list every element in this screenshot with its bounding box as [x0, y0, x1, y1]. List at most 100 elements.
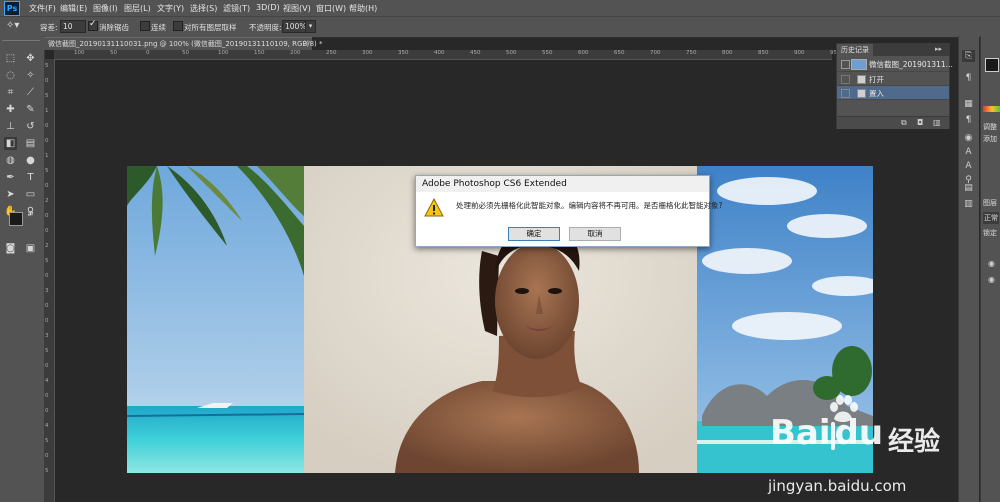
- history-item-checkbox[interactable]: [841, 75, 850, 84]
- healing-tool-icon[interactable]: ✚: [4, 103, 17, 116]
- history-panel-icon[interactable]: ⎘: [962, 50, 975, 62]
- paragraph-icon[interactable]: ¶: [962, 114, 975, 126]
- rasterize-dialog: Adobe Photoshop CS6 Extended 处理前必须先栅格化此智…: [415, 175, 722, 247]
- blur-tool-icon[interactable]: ◍: [4, 154, 17, 167]
- eye-icon[interactable]: ◉: [985, 258, 998, 270]
- crop-tool-icon[interactable]: ⌗: [4, 86, 17, 99]
- menu-file[interactable]: 文件(F): [29, 3, 56, 14]
- ruler-label: 4: [45, 378, 49, 384]
- ruler-label: 550: [542, 50, 553, 56]
- cancel-button[interactable]: 取消: [569, 227, 621, 241]
- menu-select[interactable]: 选择(S): [190, 3, 217, 14]
- channels-icon[interactable]: ▥: [962, 198, 975, 210]
- menu-3d[interactable]: 3D(D): [256, 3, 280, 12]
- menu-window[interactable]: 窗口(W): [316, 3, 346, 14]
- stamp-tool-icon[interactable]: ⊥: [4, 120, 17, 133]
- menu-type[interactable]: 文字(Y): [157, 3, 184, 14]
- marquee-tool-icon[interactable]: ⬚: [4, 52, 17, 65]
- screen-mode-icon[interactable]: ▣: [24, 242, 37, 255]
- all-layers-checkbox[interactable]: [173, 21, 183, 31]
- camera-icon[interactable]: ◘: [917, 118, 923, 127]
- gradient-tool-icon[interactable]: ▤: [24, 137, 37, 150]
- tolerance-input[interactable]: 10: [60, 20, 86, 33]
- quick-mask-icon[interactable]: ◙: [4, 242, 17, 255]
- antialias-label: 消除锯齿: [99, 23, 129, 32]
- eyedropper-tool-icon[interactable]: ⟋: [24, 86, 37, 99]
- history-item-place[interactable]: 置入: [837, 86, 949, 100]
- photoshop-logo: Ps: [4, 1, 20, 16]
- color-ramp[interactable]: [983, 106, 1000, 112]
- type-tool-icon[interactable]: T: [24, 171, 37, 184]
- blend-mode-select[interactable]: 正常: [983, 212, 999, 224]
- properties-icon[interactable]: ¶: [962, 72, 975, 84]
- menu-layer[interactable]: 图层(L): [124, 3, 151, 14]
- brush-tool-icon[interactable]: ✎: [24, 103, 37, 116]
- eye-icon[interactable]: ◉: [985, 274, 998, 286]
- history-item-label: 打开: [869, 75, 884, 84]
- ruler-label: 0: [45, 273, 49, 279]
- ruler-label: 5: [45, 258, 49, 264]
- menu-view[interactable]: 视图(V): [283, 3, 311, 14]
- ruler-label: 50: [182, 50, 189, 56]
- document-tab[interactable]: 微信截图_20190131110031.png @ 100% (微信截图_201…: [44, 37, 322, 50]
- lock-label: 锁定: [983, 229, 997, 237]
- move-tool-icon[interactable]: ✥: [24, 52, 37, 65]
- trash-icon[interactable]: ▥: [933, 118, 941, 127]
- new-document-icon[interactable]: ⧉: [901, 118, 907, 128]
- tolerance-label: 容差:: [40, 23, 58, 32]
- ruler-label: 650: [614, 50, 625, 56]
- ruler-label: 2: [45, 243, 49, 249]
- lasso-tool-icon[interactable]: ◌: [4, 69, 17, 82]
- path-selection-tool-icon[interactable]: ➤: [4, 188, 17, 201]
- foreground-color-swatch[interactable]: [9, 212, 23, 226]
- tools-grip[interactable]: [2, 40, 40, 45]
- shape-tool-icon[interactable]: ▭: [24, 188, 37, 201]
- panel-collapse-icon[interactable]: ▸▸: [935, 45, 942, 53]
- history-snapshot-row[interactable]: 微信截图_201901311...: [837, 57, 953, 72]
- menu-help[interactable]: 帮助(H): [349, 3, 377, 14]
- history-brush-tool-icon[interactable]: ↺: [24, 120, 37, 133]
- ruler-label: 5: [45, 63, 49, 69]
- ruler-label: 350: [398, 50, 409, 56]
- menu-image[interactable]: 图像(I): [93, 3, 118, 14]
- dialog-body: 处理前必须先栅格化此智能对象。编辑内容将不再可用。是否栅格化此智能对象? 确定 …: [416, 192, 722, 246]
- ruler-label: 5: [45, 93, 49, 99]
- history-tab[interactable]: 历史记录: [837, 44, 873, 56]
- color-swatch[interactable]: [985, 58, 999, 72]
- ruler-label: 0: [45, 123, 49, 129]
- ruler-label: 0: [45, 183, 49, 189]
- close-tab-icon[interactable]: ×: [303, 38, 310, 47]
- dodge-tool-icon[interactable]: ●: [24, 154, 37, 167]
- warning-icon: [424, 198, 444, 217]
- ruler-label: 150: [254, 50, 265, 56]
- pen-tool-icon[interactable]: ✒: [4, 171, 17, 184]
- contiguous-checkbox[interactable]: [140, 21, 150, 31]
- eraser-tool-icon[interactable]: ◧: [4, 137, 17, 150]
- snapshot-thumbnail: [851, 59, 867, 70]
- ruler-label: 0: [146, 50, 150, 56]
- menu-filter[interactable]: 滤镜(T): [223, 3, 250, 14]
- ruler-label: 0: [45, 318, 49, 324]
- paragraph-style-icon[interactable]: A: [962, 160, 975, 172]
- swap-colors-icon[interactable]: ⇄: [24, 208, 37, 221]
- ok-button[interactable]: 确定: [508, 227, 560, 241]
- ruler-label: 5: [45, 168, 49, 174]
- magic-wand-tool-icon[interactable]: ✧: [24, 69, 37, 82]
- magic-wand-preset-icon[interactable]: ✧▾: [6, 20, 19, 31]
- ruler-label: 700: [650, 50, 661, 56]
- history-item-checkbox[interactable]: [841, 89, 850, 98]
- character-icon[interactable]: A: [962, 146, 975, 158]
- ruler-label: 3: [45, 288, 49, 294]
- history-item-open[interactable]: 打开: [837, 72, 949, 86]
- ruler-label: 100: [74, 50, 85, 56]
- layers-icon[interactable]: ▤: [962, 182, 975, 194]
- layers-label: 图层: [983, 199, 997, 207]
- ruler-label: 300: [362, 50, 373, 56]
- antialias-checkbox[interactable]: [88, 19, 98, 31]
- opacity-dropdown-icon[interactable]: ▾: [305, 20, 316, 33]
- jingyan-url: jingyan.baidu.com: [768, 477, 907, 495]
- snapshot-source-checkbox[interactable]: [841, 60, 850, 69]
- tool-preset-icon[interactable]: ◉: [962, 132, 975, 144]
- adjust-icon[interactable]: ▦: [962, 98, 975, 110]
- menu-edit[interactable]: 编辑(E): [60, 3, 87, 14]
